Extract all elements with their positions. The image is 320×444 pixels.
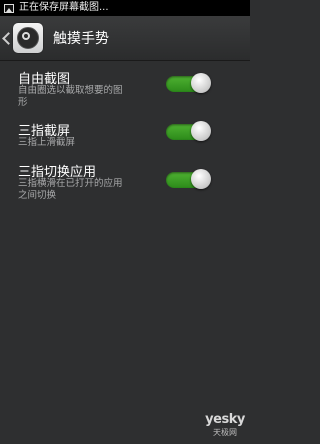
watermark-logo: yesky 天极网 — [205, 412, 245, 437]
setting-description: 三指横滑在已打开的应用 之间切换 — [18, 178, 123, 201]
status-text: 正在保存屏幕截图... — [19, 2, 109, 13]
setting-item-free-screenshot[interactable]: 自由截图 自由圈选以截取想要的图 形 — [0, 64, 250, 110]
toggle-knob — [191, 169, 211, 189]
three-finger-screenshot-toggle[interactable] — [166, 121, 211, 141]
status-bar: 正在保存屏幕截图... — [0, 0, 250, 16]
setting-item-three-finger-screenshot[interactable]: 三指截屏 三指上滑截屏 — [0, 115, 250, 149]
setting-description: 自由圈选以截取想要的图 形 — [18, 85, 123, 108]
toggle-knob — [191, 121, 211, 141]
setting-item-three-finger-switch-app[interactable]: 三指切换应用 三指横滑在已打开的应用 之间切换 — [0, 156, 250, 202]
toggle-knob — [191, 73, 211, 93]
three-finger-switch-app-toggle[interactable] — [166, 169, 211, 189]
gesture-settings-icon[interactable] — [13, 23, 43, 53]
setting-description: 三指上滑截屏 — [18, 137, 76, 148]
picture-icon — [4, 3, 14, 13]
title-bar: 触摸手势 — [0, 16, 250, 61]
free-screenshot-toggle[interactable] — [166, 73, 211, 93]
chevron-left-icon[interactable] — [1, 28, 11, 48]
page-title: 触摸手势 — [53, 31, 109, 47]
